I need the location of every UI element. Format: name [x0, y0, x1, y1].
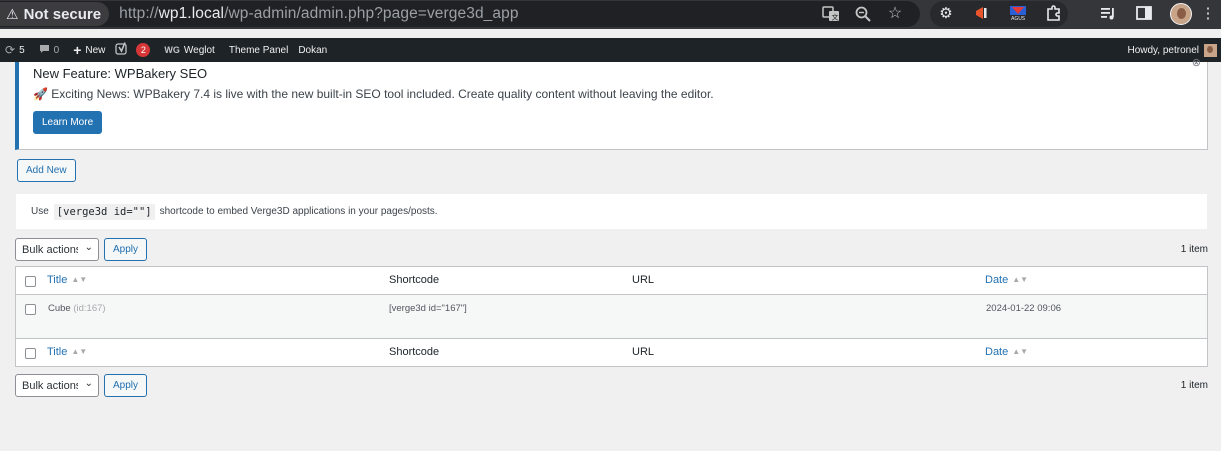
howdy-text: Howdy, petronel	[1127, 44, 1199, 56]
yoast-item[interactable]: 2	[110, 38, 155, 62]
learn-more-button[interactable]: Learn More	[33, 111, 103, 134]
sort-icon: ▲▼	[1012, 347, 1029, 356]
weglot-item[interactable]: WG Weglot	[159, 38, 219, 62]
menu-icon[interactable]: ⋮	[1198, 4, 1218, 24]
row-date: 2024-01-22 09:06	[986, 303, 1062, 314]
user-avatar	[1204, 43, 1217, 57]
comments-item[interactable]: 0	[34, 38, 65, 62]
column-date-sort[interactable]: Date ▲▼	[985, 274, 1028, 286]
sort-icon: ▲▼	[71, 275, 88, 284]
column-title-sort[interactable]: Title ▲▼	[47, 274, 87, 286]
dismiss-icon[interactable]: ⊗	[1192, 56, 1201, 69]
row-shortcode: [verge3d id="167"]	[389, 303, 467, 314]
security-chip[interactable]: ⚠ Not secure	[0, 2, 110, 26]
column-url-footer: URL	[632, 346, 655, 358]
profile-avatar[interactable]	[1170, 3, 1192, 25]
new-content-item[interactable]: + New	[68, 38, 110, 62]
notice-title: New Feature: WPBakery SEO	[33, 66, 208, 81]
zoom-icon[interactable]	[854, 5, 872, 23]
wp-admin-bar: ⟳ 5 0 + New 2 WG Weglot Theme Panel Doka…	[0, 38, 1221, 62]
items-count: 1 item	[1180, 244, 1208, 255]
wpbakery-notice: ⊗ New Feature: WPBakery SEO 🚀 Exciting N…	[15, 57, 1208, 150]
column-title-sort-footer[interactable]: Title ▲▼	[47, 346, 87, 358]
yoast-icon	[115, 42, 128, 58]
extension-megaphone-icon[interactable]	[972, 4, 992, 24]
security-label: Not secure	[23, 5, 102, 23]
notice-message: 🚀 Exciting News: WPBakery 7.4 is live wi…	[33, 87, 714, 101]
apps-table: Title ▲▼ Shortcode URL Date ▲▼ Cube (id:16…	[15, 266, 1208, 367]
select-all-checkbox-footer[interactable]	[25, 348, 36, 359]
theme-panel-item[interactable]: Theme Panel	[224, 38, 293, 62]
svg-text:AGUS: AGUS	[1011, 16, 1025, 22]
shortcode-example: [verge3d id=""]	[53, 203, 155, 220]
plus-icon: +	[73, 42, 82, 58]
bulk-actions-select-bottom[interactable]: Bulk actions	[15, 374, 99, 397]
svg-text:文: 文	[832, 13, 839, 22]
items-count-bottom: 1 item	[1180, 380, 1208, 391]
puzzle-icon[interactable]	[1044, 4, 1064, 24]
browser-toolbar: ⚠ Not secure http://wp1.local/wp-admin/a…	[0, 0, 1221, 29]
extension-gear-icon[interactable]: ⚙	[936, 4, 956, 24]
select-all-checkbox[interactable]	[25, 276, 36, 287]
tablenav-bottom: Bulk actions ⌄ Apply 1 item	[15, 374, 1208, 398]
translate-icon[interactable]: 文	[822, 5, 840, 23]
tablenav-top: Bulk actions ⌄ Apply 1 item	[15, 238, 1208, 262]
table-header: Title ▲▼ Shortcode URL Date ▲▼	[16, 267, 1207, 295]
bookmark-star-icon[interactable]: ☆	[886, 5, 904, 23]
warning-icon: ⚠	[6, 5, 19, 22]
updates-item[interactable]: ⟳ 5	[0, 38, 30, 62]
apply-button-bottom[interactable]: Apply	[104, 374, 148, 397]
table-row: Cube (id:167) [verge3d id="167"] 2024-01…	[16, 295, 1207, 338]
apply-button[interactable]: Apply	[104, 238, 148, 261]
comment-icon	[39, 43, 50, 57]
weglot-icon: WG	[164, 45, 180, 55]
row-checkbox[interactable]	[25, 304, 36, 315]
extension-wappalyzer-icon[interactable]: AGUS	[1008, 4, 1028, 24]
notifications-badge: 2	[136, 43, 151, 57]
refresh-icon: ⟳	[5, 43, 16, 57]
dokan-item[interactable]: Dokan	[293, 38, 332, 62]
sort-icon: ▲▼	[1012, 275, 1029, 284]
account-menu[interactable]: Howdy, petronel	[1127, 38, 1217, 62]
column-shortcode: Shortcode	[389, 274, 440, 286]
reading-list-icon[interactable]	[1098, 4, 1118, 24]
column-date-sort-footer[interactable]: Date ▲▼	[985, 346, 1028, 358]
shortcode-info: Use [verge3d id=""] shortcode to embed V…	[15, 193, 1208, 230]
column-shortcode-footer: Shortcode	[389, 346, 440, 358]
table-footer: Title ▲▼ Shortcode URL Date ▲▼	[16, 338, 1207, 366]
column-url: URL	[632, 274, 655, 286]
address-bar[interactable]: ⚠ Not secure http://wp1.local/wp-admin/a…	[0, 1, 920, 27]
side-panel-icon[interactable]	[1134, 4, 1154, 24]
sort-icon: ▲▼	[71, 347, 88, 356]
bulk-actions-select[interactable]: Bulk actions	[15, 238, 99, 261]
add-new-button[interactable]: Add New	[17, 159, 76, 182]
row-title-link[interactable]: Cube (id:167)	[48, 303, 106, 314]
url-text[interactable]: http://wp1.local/wp-admin/admin.php?page…	[119, 5, 518, 23]
